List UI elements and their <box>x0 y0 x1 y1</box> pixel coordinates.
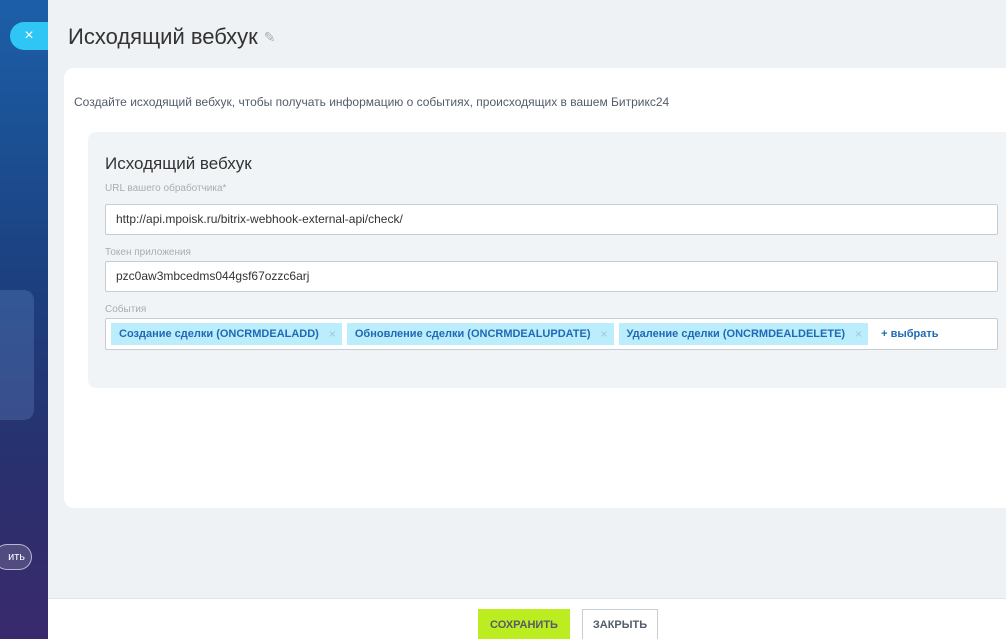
close-button[interactable]: ЗАКРЫТЬ <box>582 609 658 639</box>
event-tag: Создание сделки (ONCRMDEALADD) × <box>111 323 342 345</box>
event-tag-label: Обновление сделки (ONCRMDEALUPDATE) <box>354 328 591 340</box>
event-tag-label: Создание сделки (ONCRMDEALADD) <box>119 328 319 340</box>
page-description: Создайте исходящий вебхук, чтобы получат… <box>74 95 670 109</box>
content-card: Создайте исходящий вебхук, чтобы получат… <box>64 68 1006 508</box>
background-decoration <box>0 290 34 420</box>
remove-tag-icon[interactable]: × <box>329 327 336 341</box>
close-slider-button[interactable]: × <box>10 22 48 50</box>
event-tag: Удаление сделки (ONCRMDEALDELETE) × <box>618 323 869 345</box>
pencil-icon[interactable]: ✎ <box>264 29 276 46</box>
close-icon: × <box>24 27 34 44</box>
form-title: Исходящий вебхук <box>105 154 252 173</box>
background-button[interactable]: ить <box>0 544 32 570</box>
remove-tag-icon[interactable]: × <box>855 327 862 341</box>
handler-url-label: URL вашего обработчика* <box>105 183 227 194</box>
events-selector[interactable]: Создание сделки (ONCRMDEALADD) × Обновле… <box>105 318 998 350</box>
page-title: Исходящий вебхук ✎ <box>68 22 276 52</box>
save-button[interactable]: СОХРАНИТЬ <box>478 609 570 639</box>
page-title-text: Исходящий вебхук <box>68 24 258 49</box>
footer-bar: СОХРАНИТЬ ЗАКРЫТЬ <box>48 598 1006 639</box>
remove-tag-icon[interactable]: × <box>601 327 608 341</box>
slider-panel: Исходящий вебхук ✎ Создайте исходящий ве… <box>48 0 1006 639</box>
webhook-form: Исходящий вебхук URL вашего обработчика*… <box>88 132 1006 388</box>
app-token-field[interactable]: pzc0aw3mbcedms044gsf67ozzc6arj <box>105 261 998 292</box>
events-label: События <box>105 304 147 315</box>
background-page: ить <box>0 0 48 639</box>
add-event-link[interactable]: + выбрать <box>881 328 938 340</box>
event-tag-label: Удаление сделки (ONCRMDEALDELETE) <box>626 328 846 340</box>
app-token-label: Токен приложения <box>105 247 191 258</box>
event-tag: Обновление сделки (ONCRMDEALUPDATE) × <box>346 323 614 345</box>
handler-url-field[interactable]: http://api.mpoisk.ru/bitrix-webhook-exte… <box>105 204 998 235</box>
